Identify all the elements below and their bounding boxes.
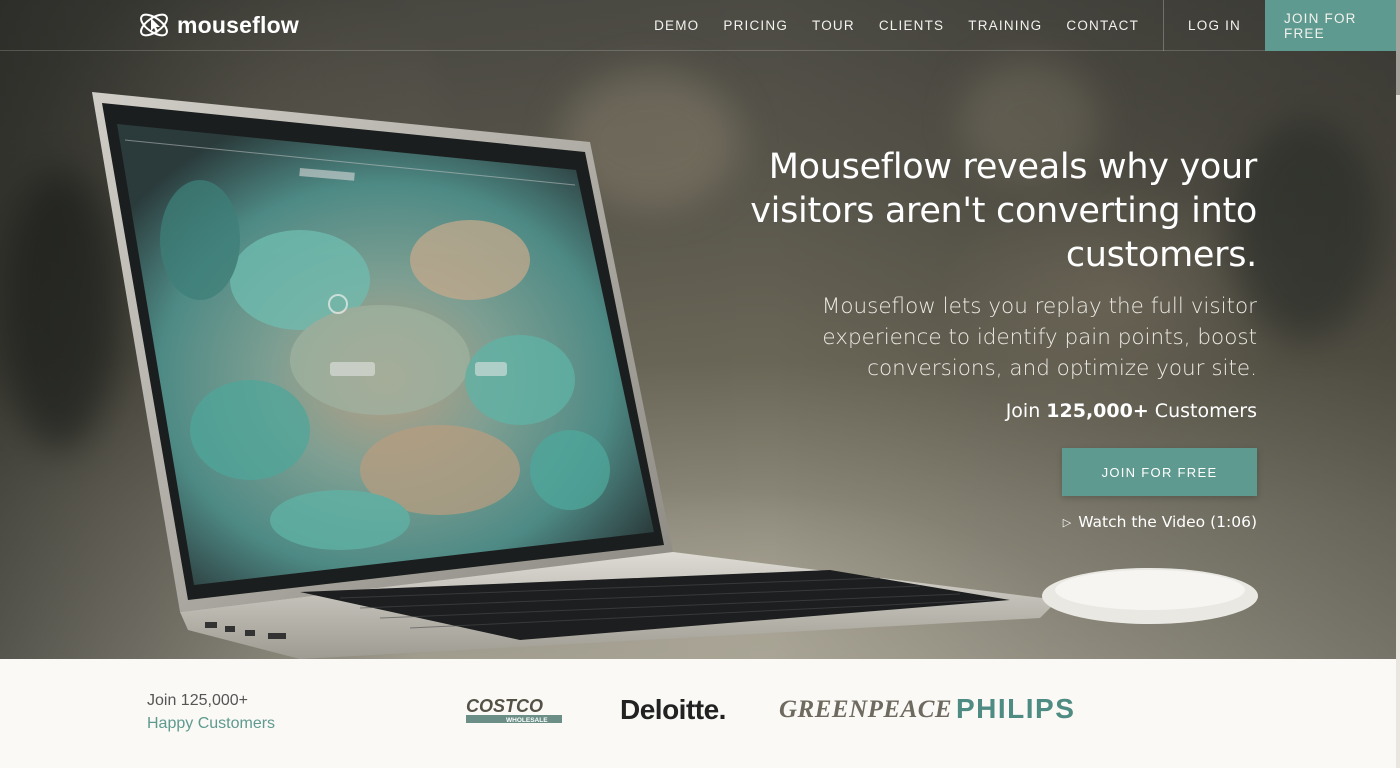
- logo-wordmark: mouseflow: [177, 11, 299, 38]
- customers-caption: Join 125,000+ Happy Customers: [147, 689, 275, 735]
- headline-line-1: Mouseflow reveals why your: [768, 147, 1258, 187]
- happy-customers-label: Happy Customers: [147, 715, 276, 732]
- headline-line-3: customers.: [1065, 235, 1257, 275]
- nav-clients[interactable]: CLIENTS: [867, 0, 956, 51]
- deloitte-logo: Deloitte.: [620, 694, 726, 725]
- watch-video-label: Watch the Video (1:06): [1078, 513, 1257, 531]
- join-prefix: Join: [1005, 400, 1047, 422]
- login-link[interactable]: LOG IN: [1164, 0, 1265, 51]
- page-scrollbar[interactable]: [1396, 0, 1400, 768]
- play-icon: ▷: [1062, 515, 1072, 529]
- hero-copy: Mouseflow reveals why your visitors aren…: [697, 145, 1257, 424]
- join-count: 125,000+: [1046, 400, 1149, 422]
- nav-contact[interactable]: CONTACT: [1054, 0, 1151, 51]
- nav-pricing[interactable]: PRICING: [711, 0, 800, 51]
- customer-logos-strip: Join 125,000+ Happy Customers COSTCO WHO…: [0, 659, 1400, 768]
- nav-tour[interactable]: TOUR: [800, 0, 867, 51]
- watch-video-link[interactable]: ▷ Watch the Video (1:06): [1063, 513, 1257, 531]
- philips-logo: PHILIPS: [956, 693, 1076, 724]
- headline-line-2: visitors aren't converting into: [750, 191, 1257, 231]
- nav-demo[interactable]: DEMO: [642, 0, 711, 51]
- hero-headline: Mouseflow reveals why your visitors aren…: [697, 145, 1257, 277]
- subline-2: experience to identify pain points, boos…: [822, 325, 1257, 350]
- customers-count: Join 125,000+: [147, 692, 248, 709]
- costco-wholesale: WHOLESALE: [506, 717, 548, 724]
- hero-subheadline: Mouseflow lets you replay the full visit…: [697, 291, 1257, 384]
- scrollbar-thumb[interactable]: [1396, 0, 1400, 95]
- nav-join-button[interactable]: JOIN FOR FREE: [1265, 0, 1400, 51]
- mouseflow-logo[interactable]: mouseflow: [137, 8, 299, 42]
- nav-training[interactable]: TRAINING: [956, 0, 1054, 51]
- costco-wordmark: COSTCO: [466, 696, 543, 716]
- hero-join-button[interactable]: JOIN FOR FREE: [1062, 448, 1257, 496]
- subline-3: conversions, and optimize your site.: [867, 356, 1257, 381]
- subline-1: Mouseflow lets you replay the full visit…: [821, 294, 1257, 319]
- mouseflow-logo-icon: [140, 13, 168, 37]
- join-suffix: Customers: [1148, 400, 1257, 422]
- top-navigation: mouseflow DEMO PRICING TOUR CLIENTS TRAI…: [0, 0, 1400, 51]
- join-customers-text: Join 125,000+ Customers: [697, 398, 1257, 424]
- nav-links: DEMO PRICING TOUR CLIENTS TRAINING CONTA…: [642, 0, 1400, 51]
- costco-logo: COSTCO WHOLESALE: [466, 696, 562, 724]
- greenpeace-logo: GREENPEACE: [779, 696, 953, 723]
